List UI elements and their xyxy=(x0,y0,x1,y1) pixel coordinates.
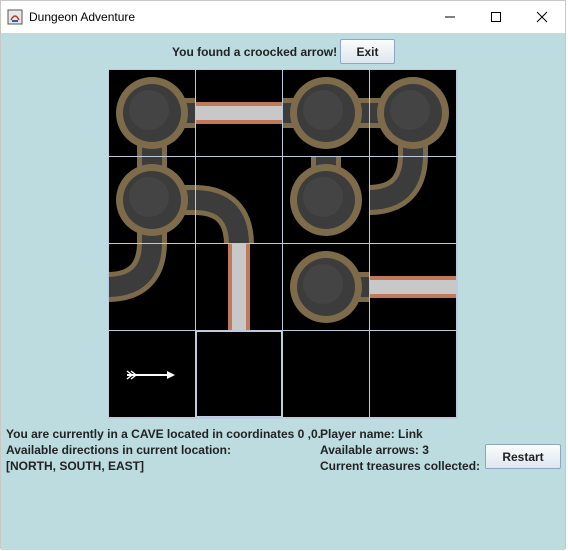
app-window: Dungeon Adventure You found a croocked a… xyxy=(0,0,566,550)
map-cell-tunnel xyxy=(196,70,282,156)
event-message: You found a croocked arrow! xyxy=(172,45,338,59)
window-title: Dungeon Adventure xyxy=(29,10,136,24)
map-cell-tunnel xyxy=(196,244,282,330)
map-cell-unexplored xyxy=(196,331,282,417)
map-cell-cave xyxy=(370,70,456,156)
player-name: Player name: Link xyxy=(320,427,423,441)
map-cell-cave xyxy=(283,70,369,156)
arrow-count: Available arrows: 3 xyxy=(320,443,429,457)
close-icon xyxy=(536,11,548,23)
minimize-button[interactable] xyxy=(427,1,473,33)
map-cell-tunnel xyxy=(370,157,456,243)
title-bar[interactable]: Dungeon Adventure xyxy=(1,1,565,33)
map-cell-tunnel xyxy=(196,157,282,243)
maximize-button[interactable] xyxy=(473,1,519,33)
map-cell-cave xyxy=(109,70,195,156)
map-cell-unexplored xyxy=(109,331,195,417)
arrow-icon xyxy=(126,370,175,380)
exit-button[interactable]: Exit xyxy=(340,39,395,64)
map-cell-tunnel xyxy=(109,244,195,330)
map-cell-unexplored xyxy=(370,331,456,417)
dungeon-map xyxy=(108,69,458,419)
treasure-count: Current treasures collected: xyxy=(320,459,481,473)
directions-label: Available directions in current location… xyxy=(6,443,231,457)
game-panel: You found a croocked arrow! Exit You are… xyxy=(1,33,565,550)
close-button[interactable] xyxy=(519,1,565,33)
maximize-icon xyxy=(491,12,501,22)
directions-value: [NORTH, SOUTH, EAST] xyxy=(6,459,144,473)
java-app-icon xyxy=(7,9,23,25)
restart-button[interactable]: Restart xyxy=(485,444,561,469)
location-text: You are currently in a CAVE located in c… xyxy=(6,427,321,441)
minimize-icon xyxy=(445,16,455,18)
map-cell-cave xyxy=(283,244,369,330)
map-cell-cave xyxy=(109,157,195,243)
map-cell-tunnel xyxy=(370,244,456,330)
map-cell-cave xyxy=(283,157,369,243)
map-cell-unexplored xyxy=(283,331,369,417)
